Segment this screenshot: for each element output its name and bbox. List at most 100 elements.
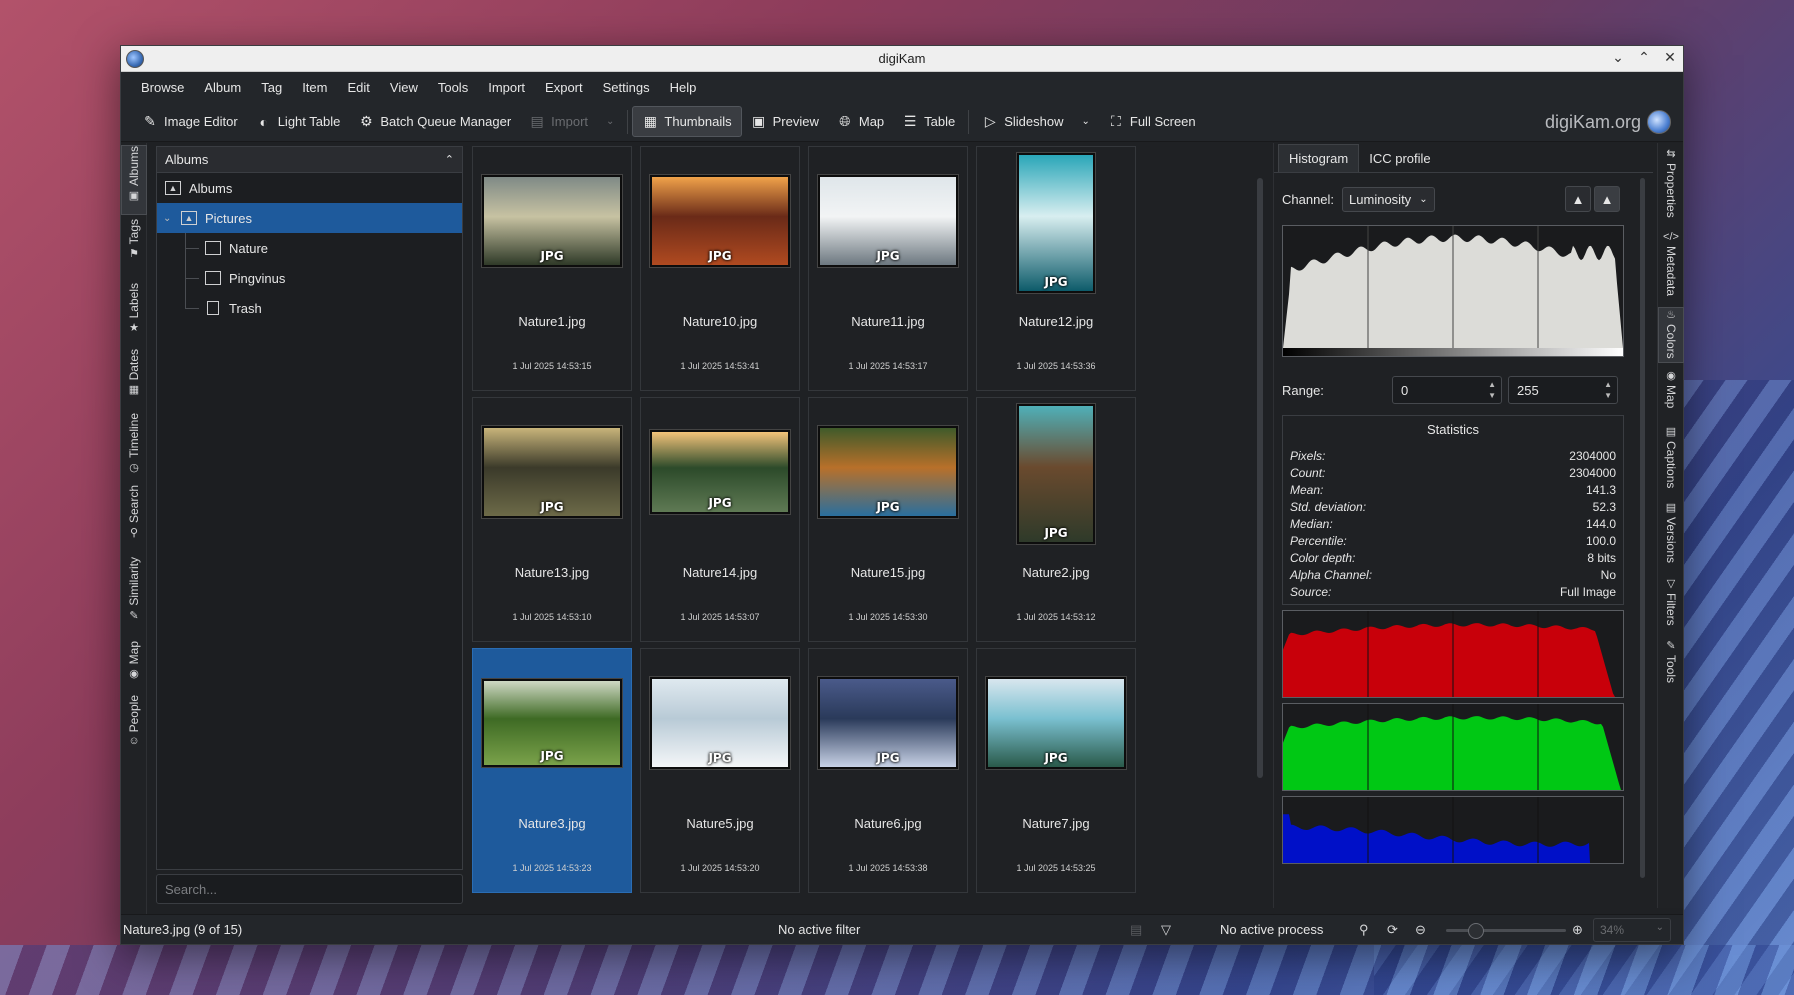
filter-icon[interactable]: ▽: [1161, 922, 1171, 938]
menu-export[interactable]: Export: [535, 80, 593, 95]
batch-queue-button[interactable]: ⚙ Batch Queue Manager: [349, 107, 520, 136]
image-editor-button[interactable]: ✎ Image Editor: [133, 107, 247, 136]
tree-item-pictures[interactable]: ⌄ ▲ Pictures: [157, 203, 462, 233]
digikam-brand[interactable]: digiKam.org: [1545, 110, 1671, 134]
tab-similarity[interactable]: Similarity ✎: [121, 557, 147, 635]
menu-view[interactable]: View: [380, 80, 428, 95]
luminosity-histogram[interactable]: [1282, 225, 1624, 357]
menu-item[interactable]: Item: [292, 80, 337, 95]
menu-tag[interactable]: Tag: [251, 80, 292, 95]
thumbnail-item[interactable]: JPG Nature15.jpg 1 Jul 2025 14:53:30: [808, 397, 968, 642]
tree-item-trash[interactable]: Trash: [157, 293, 462, 323]
zoom-out-icon[interactable]: ⊖: [1415, 922, 1426, 938]
spin-arrows-icon[interactable]: ▲ ▼: [1488, 379, 1496, 401]
tab-people[interactable]: People ☺: [121, 695, 147, 761]
tree-line-h: [185, 248, 199, 249]
tab-albums[interactable]: Albums ▣: [121, 145, 147, 215]
tree-item-albums-root[interactable]: ▲ Albums: [157, 173, 462, 203]
maximize-icon[interactable]: ⌃: [1637, 49, 1651, 66]
tab-map[interactable]: Map ◉: [121, 641, 147, 689]
red-histogram[interactable]: [1282, 610, 1624, 698]
log-scale-button[interactable]: ▲: [1594, 186, 1620, 212]
range-min-spinbox[interactable]: 0 ▲ ▼: [1392, 376, 1502, 404]
thumbnail-item[interactable]: JPG Nature5.jpg 1 Jul 2025 14:53:20: [640, 648, 800, 893]
menu-help[interactable]: Help: [660, 80, 707, 95]
tab-dates[interactable]: Dates ▦: [121, 349, 147, 407]
right-sidebar-tabs: ⇆ Properties </> Metadata ♨ Colors ◉ Map ▤ Ca…: [1657, 143, 1684, 908]
tab-icc-profile[interactable]: ICC profile: [1359, 145, 1440, 172]
preview-button[interactable]: ▣ Preview: [742, 107, 828, 136]
tab-labels[interactable]: Labels ★: [121, 283, 147, 345]
trash-icon[interactable]: ▤: [1130, 922, 1142, 938]
close-icon[interactable]: ✕: [1663, 49, 1677, 66]
table-button[interactable]: ☰ Table: [893, 107, 964, 136]
expand-chevron-icon[interactable]: ⌄: [163, 213, 171, 224]
tab-tools[interactable]: ✎ Tools: [1658, 639, 1684, 689]
window-title: digiKam: [878, 51, 926, 66]
tree-item-pingvinus[interactable]: Pingvinus: [157, 263, 462, 293]
channel-select[interactable]: Luminosity ⌄: [1342, 186, 1435, 212]
tab-map-right[interactable]: ◉ Map: [1658, 369, 1684, 419]
thumbnail-item[interactable]: JPG Nature12.jpg 1 Jul 2025 14:53:36: [976, 146, 1136, 391]
thumbnail-item[interactable]: JPG Nature1.jpg 1 Jul 2025 14:53:15: [472, 146, 632, 391]
menu-browse[interactable]: Browse: [131, 80, 194, 95]
range-max-spinbox[interactable]: 255 ▲ ▼: [1508, 376, 1618, 404]
menu-edit[interactable]: Edit: [337, 80, 379, 95]
thumbnail-item[interactable]: JPG Nature7.jpg 1 Jul 2025 14:53:25: [976, 648, 1136, 893]
tab-colors[interactable]: ♨ Colors: [1658, 307, 1684, 363]
minimize-icon[interactable]: ⌄: [1611, 49, 1625, 66]
spin-arrows-icon[interactable]: ▲ ▼: [1604, 379, 1612, 401]
thumbnail-item[interactable]: JPG Nature6.jpg 1 Jul 2025 14:53:38: [808, 648, 968, 893]
menu-tools[interactable]: Tools: [428, 80, 478, 95]
slideshow-button[interactable]: ▷ Slideshow ⌄: [973, 107, 1099, 136]
map-button[interactable]: 🌐︎ Map: [828, 107, 893, 136]
menu-album[interactable]: Album: [194, 80, 251, 95]
slideshow-dropdown-icon[interactable]: ⌄: [1082, 116, 1090, 127]
desktop-background-bottom: [0, 945, 1794, 995]
green-histogram[interactable]: [1282, 703, 1624, 791]
fullscreen-button[interactable]: ⛶ Full Screen: [1099, 107, 1205, 136]
tab-histogram[interactable]: Histogram: [1278, 144, 1360, 172]
map-label: Map: [858, 114, 885, 129]
menu-settings[interactable]: Settings: [593, 80, 660, 95]
thumbnail-item[interactable]: JPG Nature14.jpg 1 Jul 2025 14:53:07: [640, 397, 800, 642]
app-icon[interactable]: [126, 50, 144, 68]
thumbnail-scrollbar[interactable]: [1257, 178, 1263, 778]
zoom-level-select[interactable]: 34% ⌄: [1593, 918, 1671, 942]
tab-map-right-label: Map: [1664, 385, 1678, 409]
thumbnail-item[interactable]: JPG Nature11.jpg 1 Jul 2025 14:53:17: [808, 146, 968, 391]
zoom-slider[interactable]: [1446, 923, 1566, 939]
import-dropdown-icon[interactable]: ⌄: [606, 116, 614, 127]
tab-metadata[interactable]: </> Metadata: [1658, 231, 1684, 301]
thumbnail-item[interactable]: JPG Nature2.jpg 1 Jul 2025 14:53:12: [976, 397, 1136, 642]
thumbnails-button[interactable]: ▦ Thumbnails: [632, 106, 742, 137]
menu-bar: Browse Album Tag Item Edit View Tools Im…: [121, 72, 1683, 102]
thumbnail-item[interactable]: JPG Nature10.jpg 1 Jul 2025 14:53:41: [640, 146, 800, 391]
linear-scale-button[interactable]: ▲: [1565, 186, 1591, 212]
tab-timeline[interactable]: Timeline ◷: [121, 413, 147, 481]
stat-value: 2304000: [1569, 448, 1616, 463]
tree-item-nature[interactable]: Nature: [157, 233, 462, 263]
tab-versions[interactable]: ▤ Versions: [1658, 501, 1684, 571]
import-button[interactable]: ▤ Import ⌄: [520, 107, 623, 136]
tab-tags[interactable]: Tags ⚑: [121, 219, 147, 279]
right-panel-scrollbar[interactable]: [1640, 178, 1645, 878]
album-search-input[interactable]: Search...: [156, 874, 463, 904]
tab-captions[interactable]: ▤ Captions: [1658, 425, 1684, 495]
light-table-button[interactable]: ◐ Light Table: [247, 108, 350, 136]
tab-search[interactable]: Search ⚲: [121, 485, 147, 551]
thumbnail-filename: Nature13.jpg: [514, 565, 590, 580]
menu-import[interactable]: Import: [478, 80, 535, 95]
thumbnail-item[interactable]: JPG Nature13.jpg 1 Jul 2025 14:53:10: [472, 397, 632, 642]
thumbnail-date: 1 Jul 2025 14:53:41: [680, 361, 760, 371]
zoom-slider-knob[interactable]: [1468, 923, 1484, 939]
blue-histogram[interactable]: [1282, 796, 1624, 864]
collapse-icon[interactable]: ⌃: [445, 153, 454, 166]
thumbnail-item[interactable]: JPG Nature3.jpg 1 Jul 2025 14:53:23: [472, 648, 632, 893]
tab-filters[interactable]: ▽ Filters: [1658, 577, 1684, 633]
zoom-reset-icon[interactable]: ⟳: [1387, 922, 1398, 938]
zoom-in-icon[interactable]: ⊕: [1572, 922, 1583, 938]
albums-panel-header[interactable]: Albums ⌃: [157, 147, 462, 173]
zoom-fit-icon[interactable]: ⚲: [1359, 922, 1369, 938]
tab-properties[interactable]: ⇆ Properties: [1658, 147, 1684, 227]
